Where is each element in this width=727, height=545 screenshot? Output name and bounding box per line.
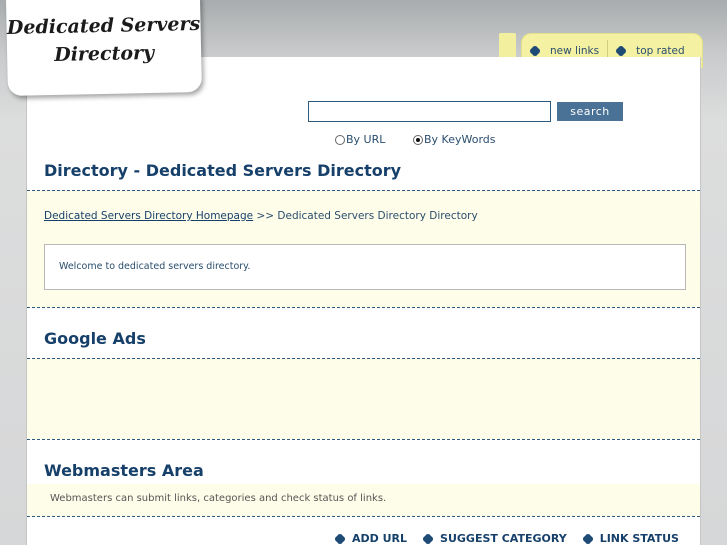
divider — [27, 307, 700, 308]
logo-text: Dedicated Servers Directory — [6, 10, 201, 70]
add-url-link[interactable]: ADD URL — [335, 532, 407, 545]
suggest-category-link[interactable]: SUGGEST CATEGORY — [423, 532, 567, 545]
radio-by-url-circle[interactable] — [335, 134, 345, 145]
gear-bullet-icon — [616, 46, 626, 56]
main-panel: search By URL By KeyWords Directory - De… — [26, 57, 701, 545]
webmasters-description: Webmasters can submit links, categories … — [50, 493, 387, 504]
add-url-label: ADD URL — [352, 532, 408, 545]
webmasters-title: Webmasters Area — [44, 461, 204, 480]
welcome-box: Welcome to dedicated servers directory. — [44, 244, 686, 290]
site-logo[interactable]: Dedicated Servers Directory — [6, 0, 202, 96]
suggest-category-label: SUGGEST CATEGORY — [440, 532, 567, 545]
gear-bullet-icon — [423, 534, 433, 544]
webmaster-links: ADD URL SUGGEST CATEGORY LINK STATUS — [335, 532, 695, 545]
divider — [27, 439, 700, 440]
radio-by-url[interactable]: By URL — [335, 133, 385, 146]
radio-by-keywords-circle[interactable] — [413, 134, 423, 145]
breadcrumb: Dedicated Servers Directory Homepage >> … — [44, 210, 478, 222]
logo-line-1: Dedicated Servers — [6, 12, 201, 39]
breadcrumb-current: >> Dedicated Servers Directory Directory — [253, 210, 478, 222]
logo-line-2: Directory — [53, 41, 155, 66]
gear-bullet-icon — [530, 46, 540, 56]
google-ads-area — [27, 359, 700, 439]
search-button[interactable]: search — [557, 102, 623, 121]
radio-by-url-label: By URL — [346, 133, 386, 146]
link-status-link[interactable]: LINK STATUS — [583, 532, 679, 545]
breadcrumb-home-link[interactable]: Dedicated Servers Directory Homepage — [44, 210, 253, 222]
google-ads-title: Google Ads — [44, 329, 146, 348]
gear-bullet-icon — [335, 534, 345, 544]
welcome-text: Welcome to dedicated servers directory. — [59, 261, 251, 272]
divider — [27, 516, 700, 517]
tab-top-rated-label: top rated — [636, 45, 685, 57]
gear-bullet-icon — [583, 534, 593, 544]
radio-by-keywords[interactable]: By KeyWords — [413, 133, 496, 146]
radio-by-keywords-label: By KeyWords — [424, 133, 496, 146]
link-status-label: LINK STATUS — [599, 532, 679, 545]
search-input[interactable] — [308, 101, 551, 122]
tab-new-links-label: new links — [550, 45, 600, 57]
directory-title: Directory - Dedicated Servers Directory — [44, 161, 402, 180]
